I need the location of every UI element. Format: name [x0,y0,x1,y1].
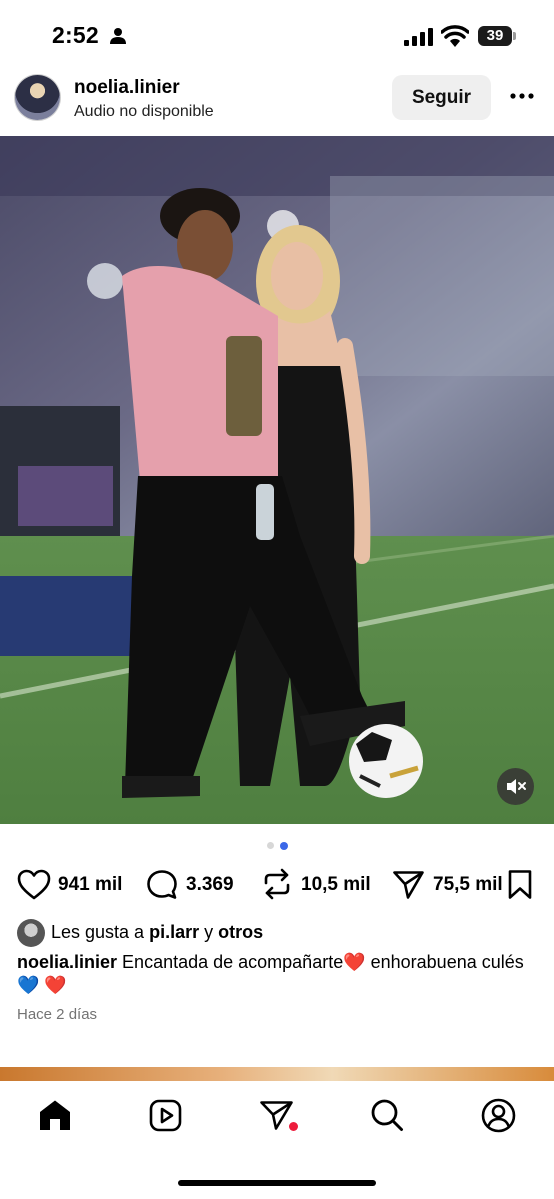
battery-level: 39 [486,27,504,44]
share-icon[interactable] [392,869,425,900]
comment-icon[interactable] [146,869,178,900]
more-options-icon[interactable] [510,92,534,100]
next-post-preview[interactable] [0,1067,554,1081]
post-username[interactable]: noelia.linier [74,77,180,99]
post-timestamp: Hace 2 días [17,1006,98,1023]
carousel-dot-active [280,842,288,850]
bookmark-icon[interactable] [507,869,533,900]
home-icon[interactable] [38,1099,72,1131]
notification-dot [289,1122,298,1131]
wifi-icon [441,25,469,47]
liked-by-avatar[interactable] [17,919,45,947]
avatar[interactable] [15,75,60,120]
status-time: 2:52 [52,22,99,48]
repost-icon[interactable] [262,868,292,900]
mute-toggle-button[interactable] [497,768,534,805]
liked-by-user[interactable]: pi.larr [149,922,199,942]
search-icon[interactable] [370,1098,404,1132]
home-indicator[interactable] [178,1180,376,1186]
signal-icon [404,28,433,46]
reposts-count[interactable]: 10,5 mil [301,874,371,896]
profile-icon[interactable] [481,1098,516,1133]
liked-by-conjunction: y [199,922,219,942]
speaker-muted-icon [507,779,526,794]
comments-count[interactable]: 3.369 [186,874,234,896]
reels-icon[interactable] [149,1099,182,1132]
follow-button[interactable]: Seguir [392,75,491,120]
heart-icon[interactable] [17,869,51,900]
liked-by-others[interactable]: otros [218,922,263,942]
post-caption: noelia.linier Encantada de acompañarte❤️… [17,951,537,997]
photo-illustration [0,136,554,824]
shares-count[interactable]: 75,5 mil [433,874,503,896]
likes-count[interactable]: 941 mil [58,874,122,896]
battery-icon: 39 [478,26,516,46]
caption-username[interactable]: noelia.linier [17,952,117,972]
post-audio-subtitle[interactable]: Audio no disponible [74,103,214,121]
liked-by-line[interactable]: Les gusta a pi.larr y otros [51,922,263,943]
carousel-dot [267,842,274,849]
person-icon [110,28,126,44]
liked-by-prefix: Les gusta a [51,922,150,942]
post-photo[interactable] [0,136,554,824]
